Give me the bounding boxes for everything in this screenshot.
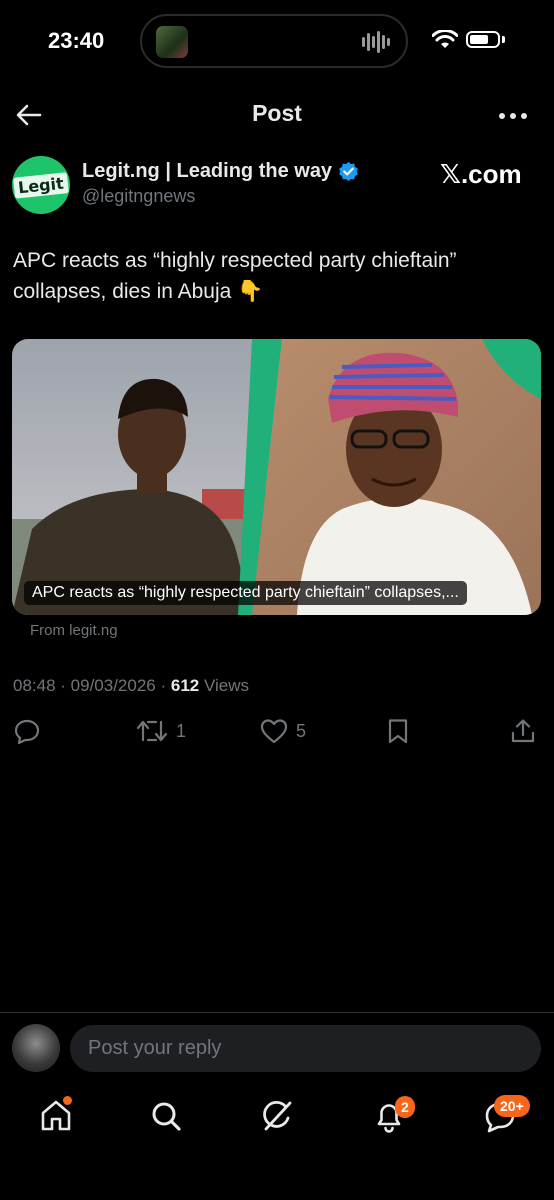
repost-icon [136, 720, 168, 742]
link-card-caption: APC reacts as “highly respected party ch… [24, 581, 467, 605]
status-time: 23:40 [48, 28, 105, 53]
grok-icon[interactable] [257, 1096, 297, 1136]
author-name-row[interactable]: Legit.ng | Leading the way [82, 160, 359, 183]
author-avatar[interactable]: Legit [12, 156, 70, 214]
wifi-icon [432, 30, 458, 48]
user-avatar[interactable] [12, 1024, 60, 1072]
avatar-logo-text: Legit [13, 171, 69, 199]
notifications-badge: 2 [395, 1096, 415, 1118]
search-icon[interactable] [146, 1096, 186, 1136]
home-notification-dot [63, 1096, 72, 1105]
dynamic-island[interactable] [140, 14, 408, 68]
x-com-brand: 𝕏.com [440, 159, 522, 189]
share-icon [511, 719, 535, 743]
heart-icon [260, 719, 288, 744]
verified-badge-icon [339, 161, 358, 182]
page-title: Post [252, 100, 302, 126]
reply-icon [14, 719, 40, 744]
reply-divider [0, 1012, 554, 1013]
like-button[interactable]: 5 [260, 718, 306, 744]
reply-input[interactable]: Post your reply [70, 1025, 541, 1072]
author-name: Legit.ng | Leading the way [82, 160, 333, 182]
link-preview-card[interactable] [12, 339, 541, 615]
bookmark-icon [388, 719, 408, 744]
battery-icon [466, 31, 500, 48]
views-count: 612 [170, 676, 200, 695]
messages-badge: 20+ [494, 1095, 530, 1117]
reply-button[interactable] [14, 718, 40, 744]
link-preview-image [12, 339, 541, 615]
post-time: 08:48 [13, 676, 56, 695]
now-playing-thumbnail [156, 26, 188, 58]
battery-tip [502, 36, 505, 43]
bookmark-button[interactable] [386, 718, 410, 744]
post-meta: 08:48 · 09/03/2026 · 612 Views [13, 676, 250, 695]
more-options-icon[interactable] [498, 112, 528, 120]
share-button[interactable] [510, 718, 536, 744]
post-date: 09/03/2026 [70, 676, 156, 695]
repost-button[interactable]: 1 [136, 718, 186, 744]
link-source[interactable]: From legit.ng [30, 622, 118, 639]
post-text: APC reacts as “highly respected party ch… [13, 249, 457, 303]
repost-count: 1 [176, 720, 187, 741]
audio-waveform-icon [362, 31, 390, 53]
views-label: Views [203, 676, 250, 695]
like-count: 5 [296, 720, 307, 741]
author-handle[interactable]: @legitngnews [82, 186, 195, 207]
